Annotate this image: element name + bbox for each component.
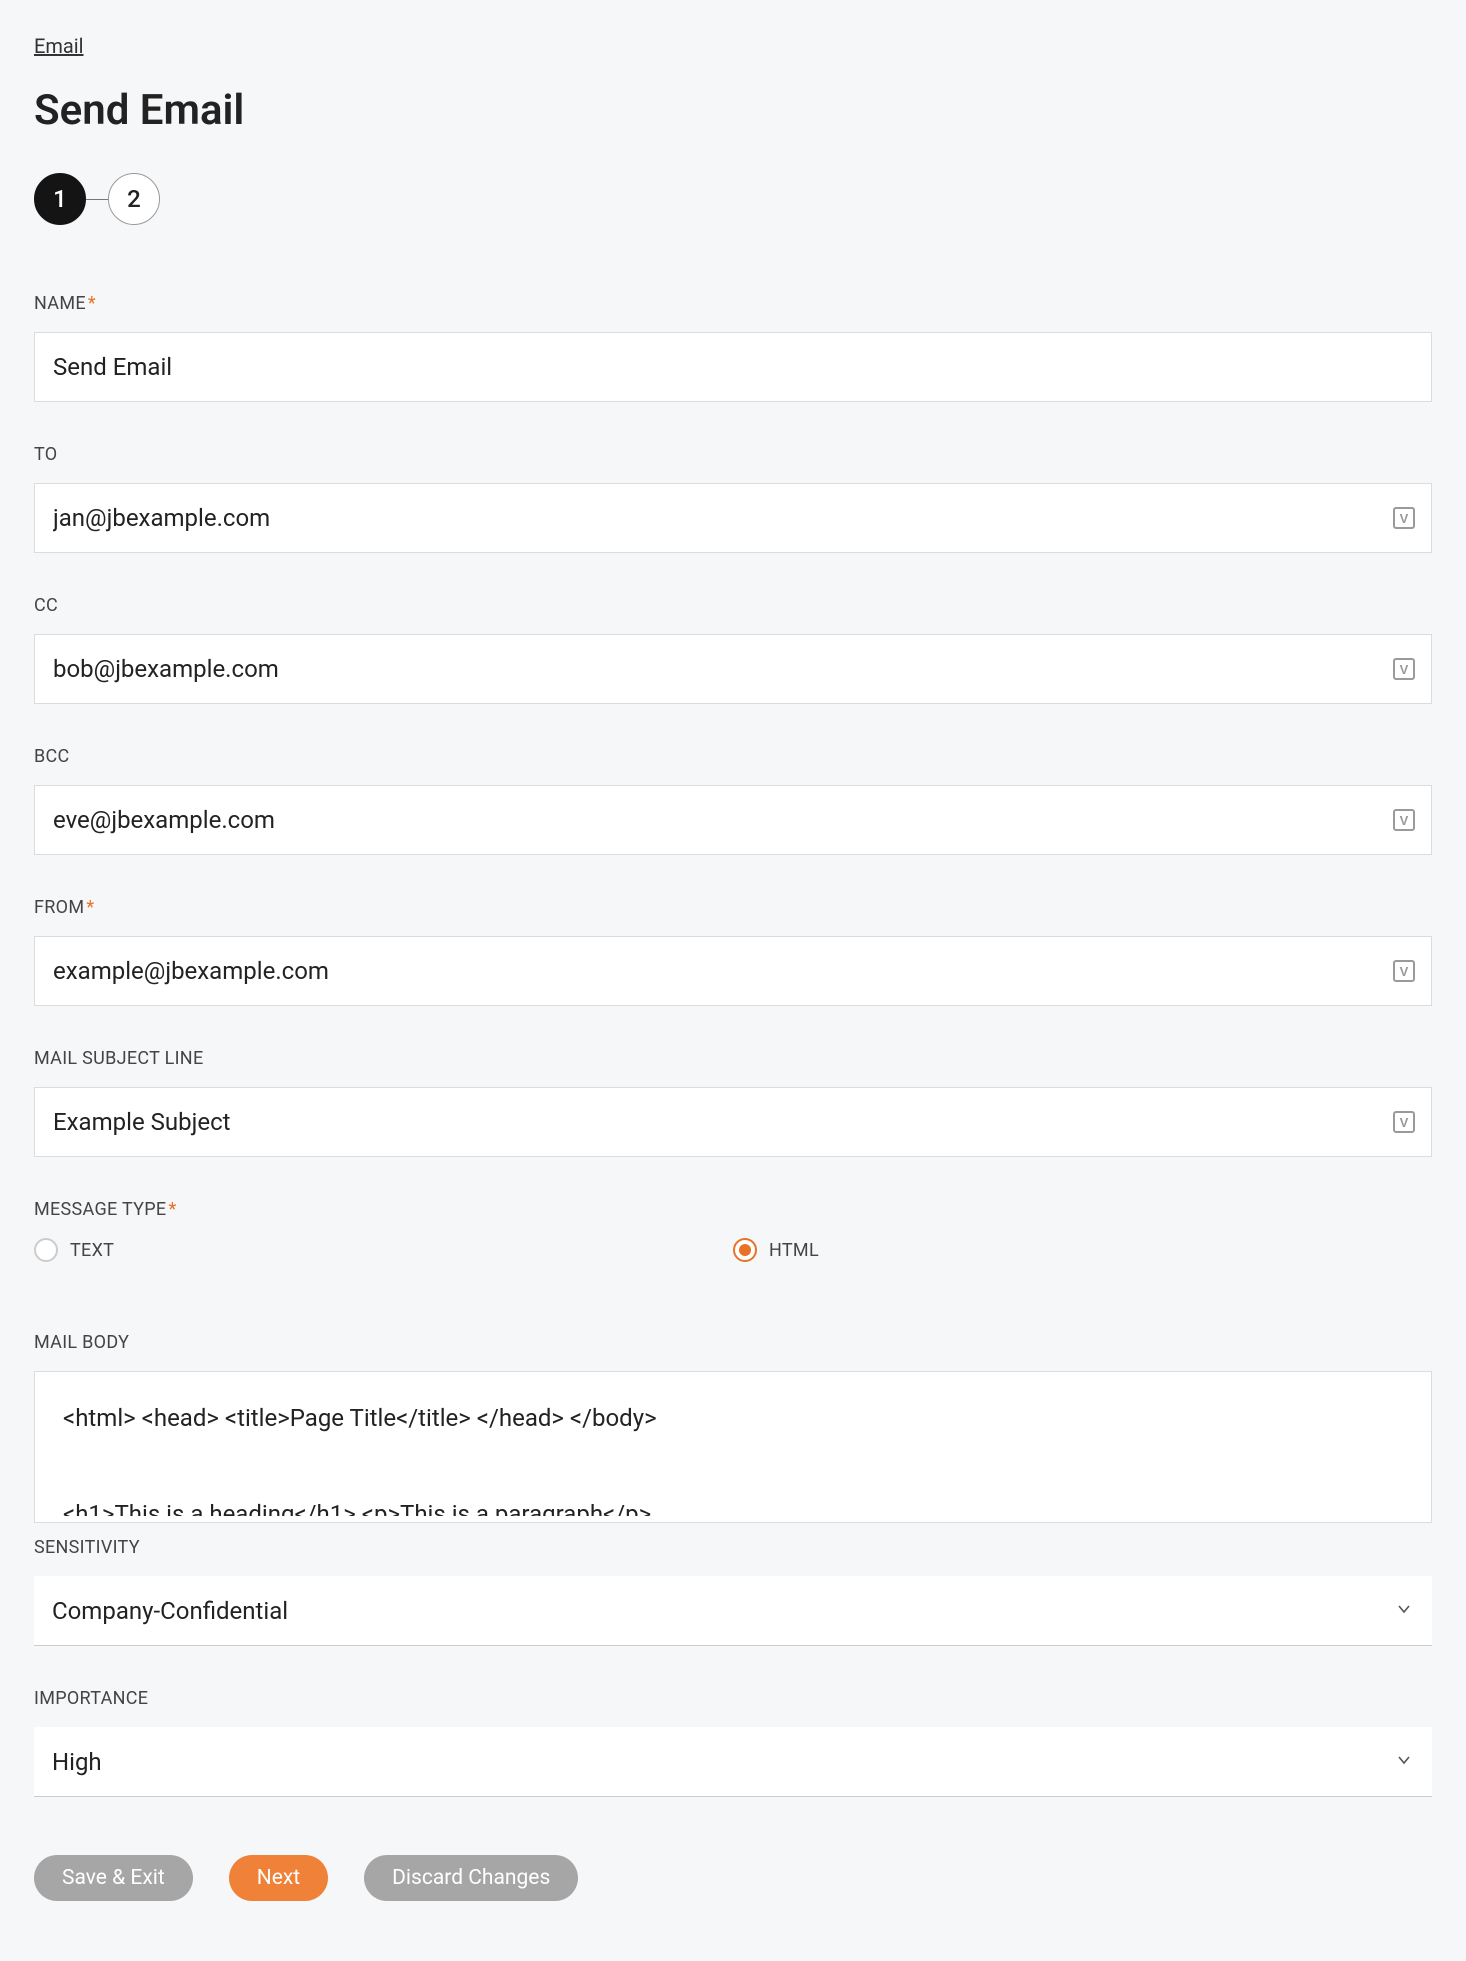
variable-icon[interactable]: V xyxy=(1390,504,1418,532)
message-type-label-text: MESSAGE TYPE xyxy=(34,1199,166,1220)
subject-field[interactable] xyxy=(34,1087,1432,1157)
svg-text:V: V xyxy=(1400,964,1409,979)
radio-label-html: HTML xyxy=(769,1240,819,1261)
svg-text:V: V xyxy=(1400,662,1409,677)
bcc-field[interactable] xyxy=(34,785,1432,855)
radio-message-type-html[interactable]: HTML xyxy=(733,1238,1432,1262)
breadcrumb-email[interactable]: Email xyxy=(34,34,84,58)
next-button[interactable]: Next xyxy=(229,1855,328,1901)
svg-text:V: V xyxy=(1400,511,1409,526)
variable-icon[interactable]: V xyxy=(1390,806,1418,834)
variable-icon[interactable]: V xyxy=(1390,957,1418,985)
importance-value: High xyxy=(52,1748,102,1776)
page-title: Send Email xyxy=(34,86,1432,135)
sensitivity-select[interactable]: Company-Confidential xyxy=(34,1576,1432,1646)
name-field[interactable] xyxy=(34,332,1432,402)
mail-body-label: MAIL BODY xyxy=(34,1332,1432,1353)
subject-label: MAIL SUBJECT LINE xyxy=(34,1048,1432,1069)
svg-text:V: V xyxy=(1400,813,1409,828)
variable-icon[interactable]: V xyxy=(1390,655,1418,683)
stepper: 1 2 xyxy=(34,173,1432,225)
message-type-label: MESSAGE TYPE* xyxy=(34,1199,1432,1220)
to-label: TO xyxy=(34,444,1432,465)
step-2[interactable]: 2 xyxy=(108,173,160,225)
from-field[interactable] xyxy=(34,936,1432,1006)
radio-message-type-text[interactable]: TEXT xyxy=(34,1238,733,1262)
name-label: NAME* xyxy=(34,293,1432,314)
required-asterisk: * xyxy=(88,293,96,314)
mail-body-field[interactable] xyxy=(35,1372,1431,1516)
discard-changes-button[interactable]: Discard Changes xyxy=(364,1855,578,1901)
variable-icon[interactable]: V xyxy=(1390,1108,1418,1136)
radio-circle-icon xyxy=(733,1238,757,1262)
cc-label: CC xyxy=(34,595,1432,616)
sensitivity-label: SENSITIVITY xyxy=(34,1537,1432,1558)
save-exit-button[interactable]: Save & Exit xyxy=(34,1855,193,1901)
importance-select[interactable]: High xyxy=(34,1727,1432,1797)
name-label-text: NAME xyxy=(34,293,86,314)
importance-label: IMPORTANCE xyxy=(34,1688,1432,1709)
radio-circle-icon xyxy=(34,1238,58,1262)
required-asterisk: * xyxy=(168,1199,176,1220)
bcc-label: BCC xyxy=(34,746,1432,767)
required-asterisk: * xyxy=(86,897,94,918)
from-label-text: FROM xyxy=(34,897,84,918)
cc-field[interactable] xyxy=(34,634,1432,704)
sensitivity-value: Company-Confidential xyxy=(52,1597,288,1625)
to-field[interactable] xyxy=(34,483,1432,553)
step-connector xyxy=(86,199,108,200)
step-1[interactable]: 1 xyxy=(34,173,86,225)
radio-label-text: TEXT xyxy=(70,1240,114,1261)
from-label: FROM* xyxy=(34,897,1432,918)
svg-text:V: V xyxy=(1400,1115,1409,1130)
